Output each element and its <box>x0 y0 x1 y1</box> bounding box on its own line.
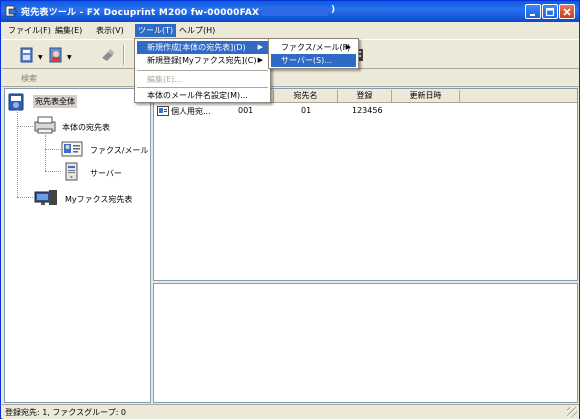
cell-dest: 01 <box>301 106 312 115</box>
chevron-down-icon[interactable]: ▼ <box>38 54 43 61</box>
tree-label-my-fax: Myファクス宛先表 <box>65 195 133 204</box>
toolbar-separator <box>123 45 125 65</box>
menu-help[interactable]: ヘルプ(H) <box>176 24 218 37</box>
menu-separator <box>137 70 268 71</box>
chevron-right-icon: ▶ <box>257 56 263 64</box>
maximize-icon <box>545 7 555 17</box>
tree-line <box>17 126 33 127</box>
menu-item-edit[interactable]: 編集(E)... <box>137 73 268 86</box>
main-window: 宛先表ツール - FX Docuprint M200 fw-00000FAX (… <box>0 0 580 419</box>
table-row[interactable]: 個人用宛... 001 01 123456 <box>154 104 577 117</box>
status-text: 登録宛先: 1, ファクスグループ: 0 <box>5 408 127 417</box>
tree-label-server: サーバー <box>90 169 122 178</box>
column-header-registered[interactable]: 登録 <box>338 90 392 102</box>
tools-menu: 新規作成[本体の宛先表](D) ▶ 新規登録[Myファクス宛先](C) ▶ 編集… <box>134 38 271 103</box>
menu-file[interactable]: ファイル(F) <box>5 24 54 37</box>
title-redaction <box>262 6 328 16</box>
app-icon <box>5 5 17 17</box>
new-entry-icon[interactable] <box>47 46 65 64</box>
cell-registered: 123456 <box>352 106 383 115</box>
new-submenu: ファクス/メール(F) ▶ サーバー(S)... <box>268 38 359 69</box>
tree-line <box>45 149 61 150</box>
server-icon <box>65 162 78 181</box>
window-title: 宛先表ツール - FX Docuprint M200 fw-00000FAX ( <box>21 8 267 18</box>
new-address-book-icon[interactable] <box>18 46 36 64</box>
printer-icon <box>34 116 56 134</box>
tree-line <box>17 197 33 198</box>
search-bar: 検索 <box>2 70 579 87</box>
tree-label-fax-mail: ファクス/メール <box>90 146 149 155</box>
chevron-right-icon: ▶ <box>257 43 263 51</box>
menu-item-new-main[interactable]: 新規作成[本体の宛先表](D) ▶ <box>137 41 268 54</box>
status-bar: 登録宛先: 1, ファクスグループ: 0 <box>2 404 579 419</box>
contact-card-icon <box>61 141 83 157</box>
menu-bar: ファイル(F) 編集(E) 表示(V) ツール(T) ヘルプ(H) <box>2 22 579 38</box>
detail-pane <box>153 283 578 403</box>
address-book-icon <box>8 93 24 111</box>
search-label[interactable]: 検索 <box>21 73 37 84</box>
tree-line <box>45 135 46 171</box>
menu-item-new-myfax[interactable]: 新規登録[Myファクス宛先](C) ▶ <box>137 54 268 67</box>
menu-item-server[interactable]: サーバー(S)... <box>271 54 356 67</box>
menu-item-fax-mail[interactable]: ファクス/メール(F) ▶ <box>271 41 356 54</box>
menu-item-mail-subject[interactable]: 本体のメール件名設定(M)... <box>137 89 268 102</box>
menu-separator <box>137 87 268 88</box>
pen-icon[interactable] <box>99 46 117 64</box>
computer-icon <box>34 190 57 205</box>
maximize-button[interactable] <box>542 4 558 19</box>
window-title-end: ) <box>331 5 336 15</box>
chevron-down-icon[interactable]: ▼ <box>67 54 72 61</box>
contact-card-icon <box>157 106 169 116</box>
menu-view[interactable]: 表示(V) <box>93 24 127 37</box>
address-book-tree: 宛先表全体 本体の宛先表 ファクス/メール サーバー Myファクス宛先表 <box>4 88 151 403</box>
tree-line <box>17 109 18 197</box>
column-header-updated[interactable]: 更新日時 <box>392 90 460 102</box>
menu-item-label: 新規登録[Myファクス宛先](C) <box>147 56 257 65</box>
cell-name: 個人用宛... <box>171 107 211 116</box>
tree-label-all: 宛先表全体 <box>33 95 77 108</box>
close-icon <box>563 8 571 16</box>
menu-edit[interactable]: 編集(E) <box>52 24 85 37</box>
close-button[interactable] <box>559 4 575 19</box>
menu-item-label: ファクス/メール(F) <box>281 43 351 52</box>
minimize-icon <box>530 14 535 16</box>
cell-number: 001 <box>238 106 254 115</box>
minimize-button[interactable] <box>525 4 541 19</box>
column-header-dest-name[interactable]: 宛先名 <box>274 90 338 102</box>
menu-item-label: 新規作成[本体の宛先表](D) <box>147 43 246 52</box>
tree-label-main-book: 本体の宛先表 <box>62 123 110 132</box>
resize-grip[interactable] <box>567 407 577 417</box>
tree-line <box>45 171 61 172</box>
menu-tools[interactable]: ツール(T) <box>135 24 177 37</box>
address-list: 宛先名 登録 更新日時 個人用宛... 001 01 123456 <box>153 88 578 281</box>
title-bar[interactable]: 宛先表ツール - FX Docuprint M200 fw-00000FAX (… <box>1 1 579 22</box>
chevron-right-icon: ▶ <box>345 43 351 51</box>
